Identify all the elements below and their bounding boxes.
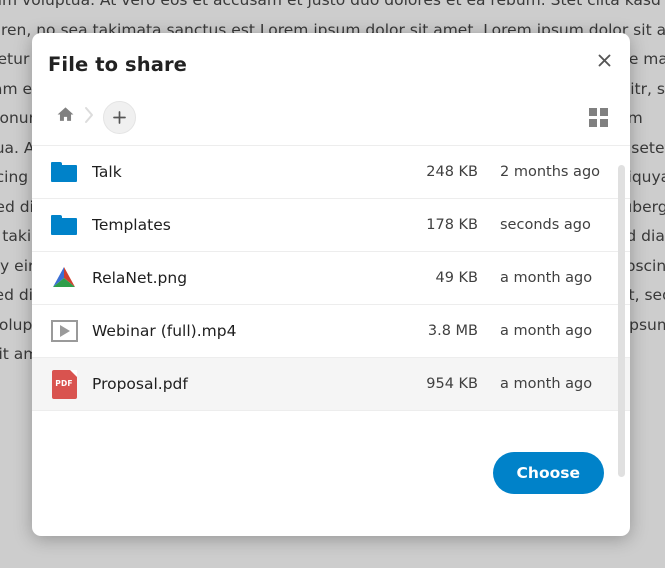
- grid-icon-square-3: [589, 119, 597, 127]
- file-name: Proposal.pdf: [92, 375, 188, 393]
- file-modified: 2 months ago: [500, 164, 601, 180]
- file-size: 248 KB: [426, 164, 478, 180]
- file-size: 49 KB: [435, 270, 478, 286]
- grid-icon-square-1: [589, 108, 597, 116]
- close-button[interactable]: [589, 45, 619, 75]
- breadcrumb-home-button[interactable]: [56, 105, 75, 124]
- dialog-footer: Choose: [32, 452, 630, 536]
- grid-view-toggle[interactable]: [584, 103, 612, 131]
- file-list-scrollbar[interactable]: [618, 165, 625, 477]
- breadcrumb-add-button[interactable]: [103, 101, 136, 134]
- table-row[interactable]: Templates 178 KB seconds ago: [32, 199, 630, 252]
- table-row[interactable]: Webinar (full).mp4 3.8 MB a month ago: [32, 305, 630, 358]
- file-modified: a month ago: [500, 376, 593, 392]
- folder-icon: [48, 209, 80, 241]
- pdf-icon: PDF: [48, 368, 80, 400]
- home-icon: [57, 107, 74, 121]
- file-name: Talk: [92, 163, 122, 181]
- breadcrumb: [32, 89, 630, 145]
- file-size: 178 KB: [426, 217, 478, 233]
- table-row[interactable]: RelaNet.png 49 KB a month ago: [32, 252, 630, 305]
- folder-icon: [48, 156, 80, 188]
- image-icon: [48, 262, 80, 294]
- choose-button[interactable]: Choose: [492, 452, 604, 494]
- file-name: Webinar (full).mp4: [92, 322, 237, 340]
- table-row[interactable]: PDF Proposal.pdf 954 KB a month ago: [32, 358, 630, 411]
- chevron-right-icon: [85, 107, 93, 123]
- file-size: 3.8 MB: [427, 323, 478, 339]
- table-row[interactable]: Talk 248 KB 2 months ago: [32, 146, 630, 199]
- breadcrumb-separator: [82, 100, 96, 130]
- close-icon: [598, 54, 610, 66]
- file-name: RelaNet.png: [92, 269, 188, 287]
- video-icon: [48, 315, 80, 347]
- file-name: Templates: [92, 216, 171, 234]
- file-modified: a month ago: [500, 270, 593, 286]
- file-modified: a month ago: [500, 323, 593, 339]
- grid-icon-square-4: [600, 119, 608, 127]
- file-picker-dialog: File to share Talk 248 KB 2 months ago T…: [32, 33, 630, 536]
- image-triangle-icon: [53, 267, 75, 287]
- file-modified: seconds ago: [500, 217, 591, 233]
- plus-icon: [113, 111, 126, 124]
- file-list[interactable]: Talk 248 KB 2 months ago Templates 178 K…: [32, 145, 630, 478]
- grid-icon-square-2: [600, 108, 608, 116]
- file-size: 954 KB: [426, 376, 478, 392]
- pdf-badge-label: PDF: [55, 378, 73, 388]
- dialog-title: File to share: [48, 53, 187, 76]
